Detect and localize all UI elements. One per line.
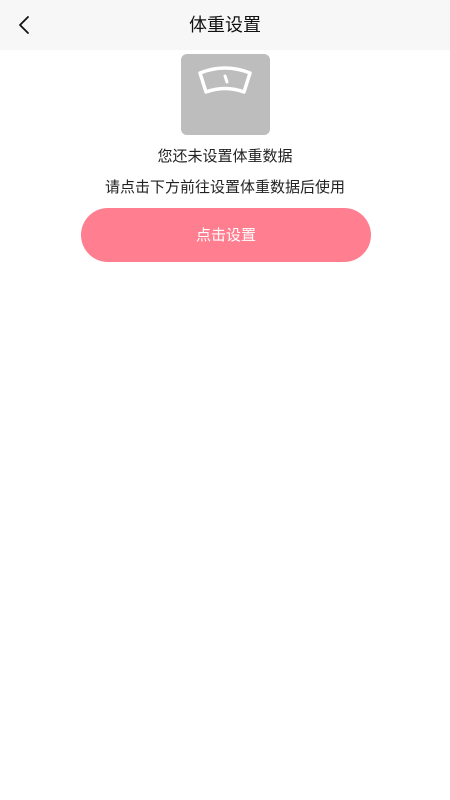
chevron-left-icon bbox=[19, 16, 29, 34]
setup-button[interactable]: 点击设置 bbox=[81, 208, 371, 262]
back-button[interactable] bbox=[8, 8, 42, 42]
weight-settings-page: 体重设置 您还未设置体重数据 请点击下方前往设置体重数据后使用 点击设置 bbox=[0, 0, 450, 800]
page-title: 体重设置 bbox=[189, 15, 261, 36]
empty-message: 您还未设置体重数据 bbox=[157, 147, 293, 165]
top-bar: 体重设置 bbox=[0, 0, 450, 50]
instruction-message: 请点击下方前往设置体重数据后使用 bbox=[104, 178, 345, 196]
scale-icon bbox=[198, 66, 252, 94]
scale-icon-tile bbox=[181, 54, 270, 135]
